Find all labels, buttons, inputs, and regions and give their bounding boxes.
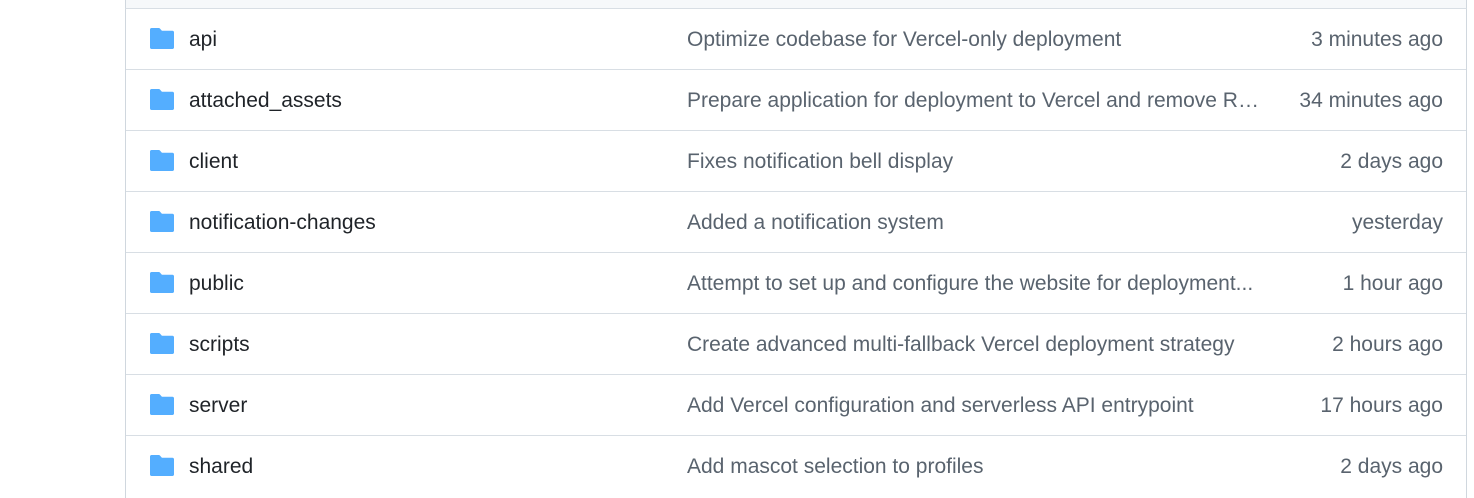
- table-row[interactable]: api Optimize codebase for Vercel-only de…: [126, 9, 1466, 70]
- commit-message-link[interactable]: Add mascot selection to profiles: [687, 436, 1265, 497]
- folder-icon: [150, 333, 174, 354]
- table-row[interactable]: shared Add mascot selection to profiles …: [126, 436, 1466, 497]
- table-row[interactable]: attached_assets Prepare application for …: [126, 70, 1466, 131]
- table-row[interactable]: scripts Create advanced multi-fallback V…: [126, 314, 1466, 375]
- file-name-link[interactable]: api: [189, 9, 217, 70]
- folder-icon: [150, 89, 174, 110]
- commit-age: 2 days ago: [1340, 150, 1443, 173]
- commit-message-link[interactable]: Create advanced multi-fallback Vercel de…: [687, 314, 1265, 375]
- folder-icon: [150, 455, 174, 476]
- folder-icon: [150, 211, 174, 232]
- commit-age: yesterday: [1351, 211, 1443, 234]
- file-name-link[interactable]: public: [189, 253, 244, 314]
- folder-icon: [150, 150, 174, 171]
- commit-message-link[interactable]: Prepare application for deployment to Ve…: [687, 70, 1265, 131]
- folder-icon: [150, 394, 174, 415]
- commit-age: 17 hours ago: [1320, 394, 1443, 417]
- commit-age: 34 minutes ago: [1299, 89, 1443, 112]
- commit-message-link[interactable]: Optimize codebase for Vercel-only deploy…: [687, 9, 1265, 70]
- commit-message-link[interactable]: Added a notification system: [687, 192, 1265, 253]
- commit-age: 2 days ago: [1340, 455, 1443, 478]
- file-name-link[interactable]: notification-changes: [189, 192, 376, 253]
- commit-message-link[interactable]: Fixes notification bell display: [687, 131, 1265, 192]
- file-list: api Optimize codebase for Vercel-only de…: [125, 8, 1467, 498]
- table-row[interactable]: server Add Vercel configuration and serv…: [126, 375, 1466, 436]
- file-name-link[interactable]: shared: [189, 436, 253, 497]
- commit-age: 3 minutes ago: [1311, 28, 1443, 51]
- commit-message-link[interactable]: Add Vercel configuration and serverless …: [687, 375, 1265, 436]
- commit-age: 1 hour ago: [1342, 272, 1443, 295]
- commit-age: 2 hours ago: [1332, 333, 1443, 356]
- table-header-strip: [125, 0, 1467, 8]
- table-row[interactable]: public Attempt to set up and configure t…: [126, 253, 1466, 314]
- file-name-link[interactable]: scripts: [189, 314, 250, 375]
- file-name-link[interactable]: server: [189, 375, 247, 436]
- file-name-link[interactable]: attached_assets: [189, 70, 342, 131]
- folder-icon: [150, 272, 174, 293]
- file-name-link[interactable]: client: [189, 131, 238, 192]
- commit-message-link[interactable]: Attempt to set up and configure the webs…: [687, 253, 1265, 314]
- table-row[interactable]: client Fixes notification bell display 2…: [126, 131, 1466, 192]
- folder-icon: [150, 28, 174, 49]
- table-row[interactable]: notification-changes Added a notificatio…: [126, 192, 1466, 253]
